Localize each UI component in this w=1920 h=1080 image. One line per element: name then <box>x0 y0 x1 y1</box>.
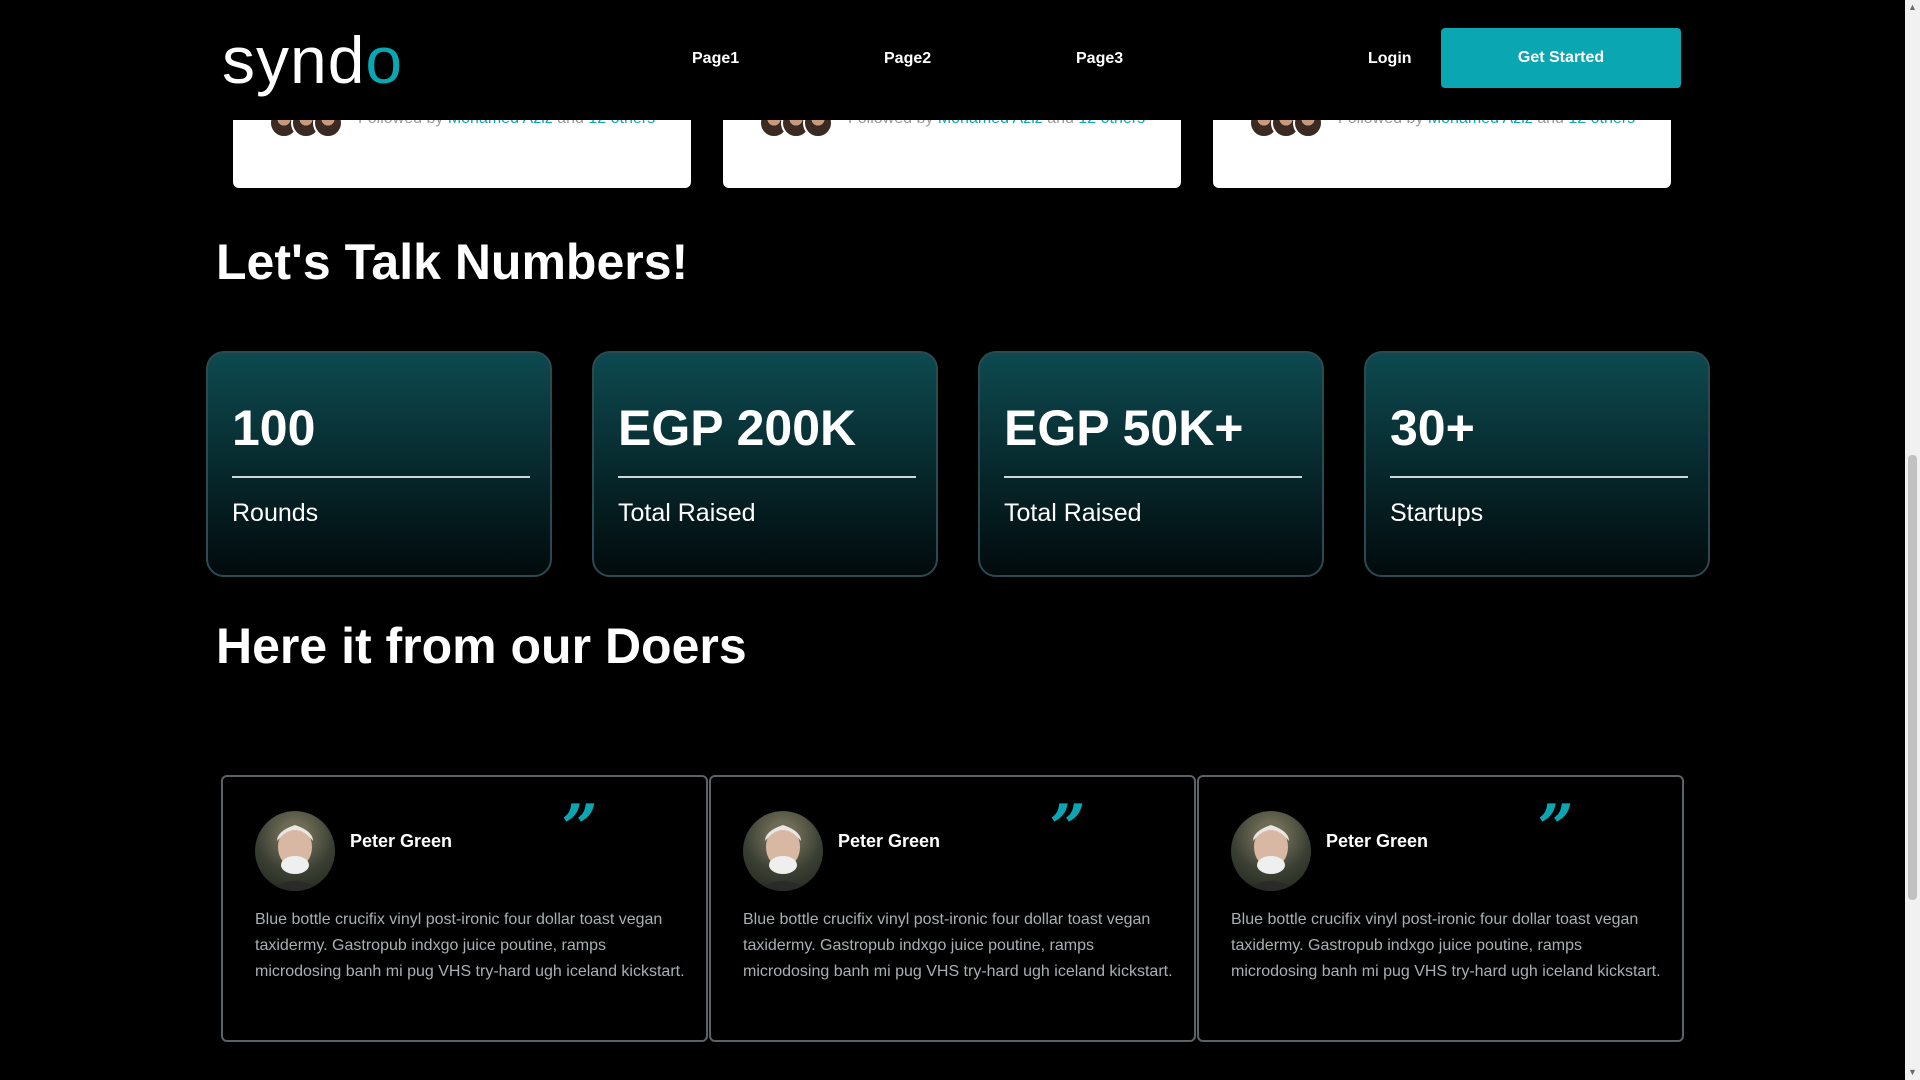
numbers-section-title: Let's Talk Numbers! <box>216 234 689 290</box>
stat-label: Startups <box>1390 499 1484 527</box>
login-link[interactable]: Login <box>1368 50 1412 68</box>
testimonial-card: Peter Green ” Blue bottle crucifix vinyl… <box>1197 775 1684 1042</box>
testimonial-text: Blue bottle crucifix vinyl post-ironic f… <box>1231 911 1661 980</box>
quote-icon: ” <box>1041 791 1090 866</box>
testimonial-author: Peter Green <box>350 831 453 851</box>
testimonial-card: Peter Green ” Blue bottle crucifix vinyl… <box>709 775 1196 1042</box>
scrollbar-thumb[interactable] <box>1908 455 1917 900</box>
nav-page1[interactable]: Page1 <box>692 50 739 68</box>
stat-value: 30+ <box>1390 400 1475 456</box>
testimonial-author: Peter Green <box>1326 831 1429 851</box>
quote-icon: ” <box>553 791 602 866</box>
divider <box>1390 476 1688 478</box>
page: Followed by Mohamed Aziz and 12 others F… <box>0 0 1905 1080</box>
nav-page3[interactable]: Page3 <box>1076 50 1123 68</box>
testimonials-section-title: Here it from our Doers <box>216 618 747 674</box>
stat-card: 100 Rounds <box>206 351 552 577</box>
avatar <box>1231 811 1311 891</box>
avatar <box>743 811 823 891</box>
stat-card: 30+ Startups <box>1364 351 1710 577</box>
stat-value: 100 <box>232 400 316 456</box>
get-started-button[interactable]: Get Started <box>1441 28 1681 88</box>
stat-label: Total Raised <box>618 499 756 527</box>
testimonial-text: Blue bottle crucifix vinyl post-ironic f… <box>255 911 685 980</box>
stat-card: EGP 50K+ Total Raised <box>978 351 1324 577</box>
stat-value: EGP 50K+ <box>1004 400 1244 456</box>
testimonial-author: Peter Green <box>838 831 941 851</box>
stat-value: EGP 200K <box>618 400 857 456</box>
stat-label: Rounds <box>232 499 319 527</box>
divider <box>232 476 530 478</box>
vertical-scrollbar[interactable]: ▲ ▼ <box>1905 0 1920 1080</box>
quote-icon: ” <box>1529 791 1578 866</box>
testimonial-text: Blue bottle crucifix vinyl post-ironic f… <box>743 911 1173 980</box>
divider <box>618 476 916 478</box>
stat-label: Total Raised <box>1004 499 1142 527</box>
top-navbar: syndo Page1 Page2 Page3 Login Get Starte… <box>0 0 1905 120</box>
stat-card: EGP 200K Total Raised <box>592 351 938 577</box>
nav-page2[interactable]: Page2 <box>884 50 931 68</box>
testimonial-card: Peter Green ” Blue bottle crucifix vinyl… <box>221 775 708 1042</box>
avatar <box>255 811 335 891</box>
scroll-up-icon[interactable]: ▲ <box>1905 0 1920 15</box>
divider <box>1004 476 1302 478</box>
syndo-logo[interactable]: syndo <box>222 22 403 98</box>
scroll-down-icon[interactable]: ▼ <box>1905 1065 1920 1080</box>
